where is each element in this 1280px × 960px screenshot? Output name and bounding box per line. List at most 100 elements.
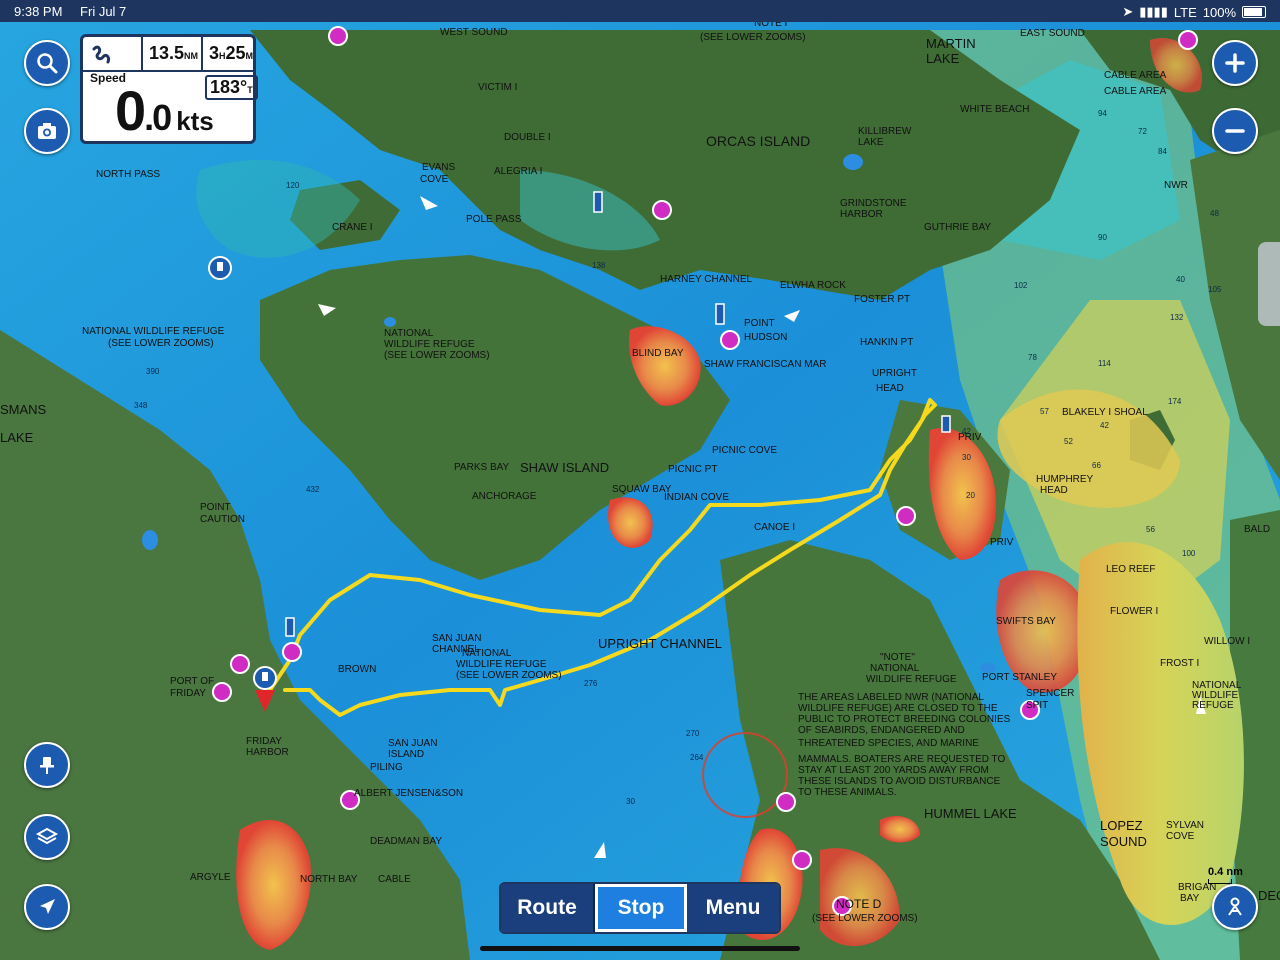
map-label: SOUND	[1100, 834, 1147, 849]
map-label: ISLAND	[388, 749, 424, 760]
depth-label: 270	[686, 729, 700, 738]
map-label: HUMMEL LAKE	[924, 806, 1017, 821]
map-label: CANOE I	[754, 522, 795, 533]
map-label: NOTE D	[836, 897, 882, 911]
map-label: PORT STANLEY	[982, 672, 1057, 683]
home-indicator[interactable]	[480, 946, 800, 951]
menu-button[interactable]: Menu	[687, 884, 779, 932]
depth-label: 174	[1168, 397, 1182, 406]
map-label: WILDLIFE REFUGE	[866, 674, 957, 685]
map-label: BLAKELY I SHOAL	[1062, 407, 1148, 418]
map-label: ELWHA ROCK	[780, 280, 846, 291]
minus-icon	[1225, 129, 1245, 133]
map-label: SWIFTS BAY	[996, 616, 1056, 627]
battery-percent: 100%	[1202, 4, 1236, 20]
scale-bar: 0.4 nm	[1208, 866, 1243, 884]
map-label: PARKS BAY	[454, 462, 510, 473]
instrument-panel[interactable]: 13.5NM 3H25M Speed 0.0 kts 183°T	[80, 34, 258, 144]
map-label: BLIND BAY	[632, 348, 684, 359]
camera-button[interactable]	[24, 108, 70, 154]
map-label: "NOTE"	[880, 652, 915, 663]
waypoint-pin-icon[interactable]	[208, 256, 232, 280]
map-label: KILLIBREW	[858, 126, 912, 137]
map-label: FOSTER PT	[854, 294, 910, 305]
map-label: WILDLIFE REFUGE	[384, 339, 475, 350]
map-label: CABLE	[378, 874, 411, 885]
zoom-in-button[interactable]	[1212, 40, 1258, 86]
map-label: REFUGE	[1192, 700, 1234, 711]
depth-label: 105	[1208, 285, 1222, 294]
map-label: COVE	[1166, 831, 1195, 842]
map-label: SPENCER	[1026, 688, 1074, 699]
map-label: PORT OF	[170, 676, 214, 687]
stop-button[interactable]: Stop	[595, 884, 687, 932]
map-label: WEST SOUND	[440, 27, 508, 38]
depth-label: 42	[962, 427, 971, 436]
map-label: HARNEY CHANNEL	[660, 274, 752, 285]
pin-icon	[40, 757, 54, 774]
map-label: CRANE I	[332, 222, 373, 233]
map-label: WILDLIFE REFUGE	[456, 659, 547, 670]
depth-label: 40	[1176, 275, 1185, 284]
depth-label: 30	[962, 453, 971, 462]
search-button[interactable]	[24, 40, 70, 86]
map-label: MARTIN	[926, 36, 976, 51]
map-label: (SEE LOWER ZOOMS)	[812, 913, 918, 924]
map-label: MAMMALS. BOATERS ARE REQUESTED TO	[798, 754, 1005, 765]
add-waypoint-button[interactable]	[24, 742, 70, 788]
depth-label: 390	[146, 367, 160, 376]
map-label: (SEE LOWER ZOOMS)	[384, 350, 490, 361]
heading-value: 183°T	[205, 75, 258, 100]
depth-label: 138	[592, 261, 606, 270]
plus-icon	[1225, 53, 1245, 73]
depth-label: 66	[1092, 461, 1101, 470]
depth-label: 132	[1170, 313, 1184, 322]
depth-label: 276	[584, 679, 598, 688]
map-label: WILLOW I	[1204, 636, 1250, 647]
depth-label: 72	[1138, 127, 1147, 136]
route-button[interactable]: Route	[501, 884, 595, 932]
map-label: DEADMAN BAY	[370, 836, 442, 847]
map-label: GUTHRIE BAY	[924, 222, 991, 233]
map-label: LAKE	[858, 137, 884, 148]
crew-button[interactable]	[1212, 884, 1258, 930]
map-label: SYLVAN	[1166, 820, 1204, 831]
app-logo-icon	[92, 45, 110, 64]
waypoint-pin-icon[interactable]	[253, 666, 277, 690]
map-label: SAN JUAN	[388, 738, 437, 749]
map-label: CAUTION	[200, 514, 245, 525]
map-label: LAKE	[926, 51, 960, 66]
map-label: HARBOR	[840, 209, 883, 220]
map-label: THESE ISLANDS TO AVOID DISTURBANCE	[798, 776, 1001, 787]
map-label: PICNIC PT	[668, 464, 717, 475]
map-label: BAY	[1180, 893, 1200, 904]
side-panel-handle[interactable]	[1258, 242, 1280, 326]
map-label: FRIDAY	[246, 736, 282, 747]
status-time: 9:38 PM	[14, 4, 63, 19]
battery-icon	[1242, 6, 1266, 18]
map-label: NORTH PASS	[96, 169, 160, 180]
map-label: ALEGRIA I	[494, 166, 542, 177]
map-label: THREATENED SPECIES, AND MARINE	[798, 738, 979, 749]
navigate-button[interactable]	[24, 884, 70, 930]
map-label: WILDLIFE REFUGE) ARE CLOSED TO THE	[798, 703, 998, 714]
map-label: HEAD	[876, 383, 904, 394]
route-toolbar: Route Stop Menu	[499, 882, 781, 934]
layers-button[interactable]	[24, 814, 70, 860]
map-label: NORTH BAY	[300, 874, 358, 885]
speed-value: 0.0 kts	[115, 79, 214, 142]
depth-label: 56	[1146, 525, 1155, 534]
map-label: FLOWER I	[1110, 606, 1158, 617]
zoom-out-button[interactable]	[1212, 108, 1258, 154]
map-label: SPIT	[1026, 700, 1048, 711]
map-label: SHAW ISLAND	[520, 460, 609, 475]
depth-label: 78	[1028, 353, 1037, 362]
map-label: INDIAN COVE	[664, 492, 729, 503]
map-label: POINT	[744, 318, 775, 329]
depth-label: 42	[1100, 421, 1109, 430]
map-label: ARGYLE	[190, 872, 231, 883]
scale-label: 0.4 nm	[1208, 866, 1243, 878]
map-label: OF SEABIRDS, ENDANGERED AND	[798, 725, 965, 736]
trip-time: 3H25M	[209, 43, 254, 63]
map-label: CABLE AREA	[1104, 86, 1167, 97]
